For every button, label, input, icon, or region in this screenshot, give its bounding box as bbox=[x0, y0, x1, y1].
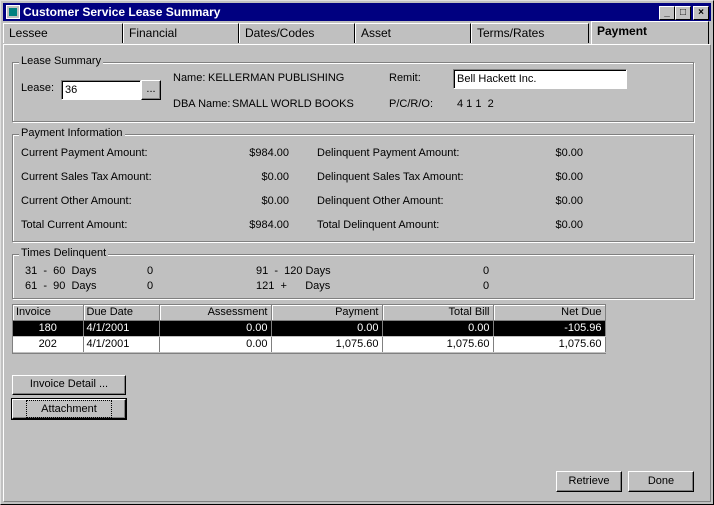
invoice-net-due: 1,075.60 bbox=[493, 336, 606, 353]
delinquent-61-90-label: 61 - 90 Days bbox=[25, 280, 97, 292]
times-delinquent-title: Times Delinquent bbox=[19, 247, 109, 259]
col-assessment-header[interactable]: Assessment bbox=[159, 305, 272, 321]
col-net-due-header[interactable]: Net Due bbox=[493, 305, 606, 321]
delinquent-other-value: $0.00 bbox=[555, 195, 583, 207]
delinquent-sales-tax-label: Delinquent Sales Tax Amount: bbox=[317, 171, 464, 183]
minimize-button[interactable]: _ bbox=[659, 6, 675, 20]
invoice-payment: 1,075.60 bbox=[271, 336, 383, 353]
delinquent-31-60-value: 0 bbox=[147, 265, 154, 277]
col-due-date-header[interactable]: Due Date bbox=[83, 305, 160, 321]
maximize-button[interactable]: □ bbox=[675, 6, 691, 20]
invoice-payment: 0.00 bbox=[271, 320, 383, 337]
current-other-value: $0.00 bbox=[261, 195, 289, 207]
delinquent-121-plus-label: 121 + Days bbox=[256, 280, 331, 292]
invoice-total-bill: 0.00 bbox=[382, 320, 494, 337]
delinquent-sales-tax-value: $0.00 bbox=[555, 171, 583, 183]
times-delinquent-group: Times Delinquent 31 - 60 Days 0 61 - 90 … bbox=[12, 247, 694, 299]
remit-label: Remit: bbox=[389, 72, 421, 84]
invoice-grid[interactable]: Invoice Due Date Assessment Payment Tota… bbox=[12, 304, 606, 354]
invoice-assessment: 0.00 bbox=[159, 336, 272, 353]
dba-value: SMALL WORLD BOOKS bbox=[232, 98, 354, 110]
retrieve-button[interactable]: Retrieve bbox=[556, 471, 622, 492]
title-bar[interactable]: Customer Service Lease Summary _ □ × bbox=[3, 3, 711, 21]
invoice-total-bill: 1,075.60 bbox=[382, 336, 494, 353]
invoice-net-due: -105.96 bbox=[493, 320, 606, 337]
invoice-assessment: 0.00 bbox=[159, 320, 272, 337]
pcro-label: P/C/R/O: bbox=[389, 98, 434, 110]
current-sales-tax-label: Current Sales Tax Amount: bbox=[21, 171, 152, 183]
pcro-value: 4 1 1 2 bbox=[457, 98, 494, 110]
invoice-row[interactable]: 180 4/1/2001 0.00 0.00 0.00 -105.96 bbox=[13, 320, 606, 337]
invoice-number: 202 bbox=[13, 336, 84, 353]
lease-input[interactable]: 36 bbox=[61, 80, 141, 100]
close-button[interactable]: × bbox=[693, 6, 709, 20]
lease-browse-button[interactable]: ... bbox=[141, 80, 161, 100]
delinquent-31-60-label: 31 - 60 Days bbox=[25, 265, 97, 277]
done-button[interactable]: Done bbox=[628, 471, 694, 492]
name-label: Name: bbox=[173, 72, 206, 84]
invoice-header-row: Invoice Due Date Assessment Payment Tota… bbox=[13, 305, 606, 321]
dba-label: DBA Name: bbox=[173, 98, 231, 110]
delinquent-91-120-value: 0 bbox=[483, 265, 490, 277]
attachment-button[interactable]: Attachment bbox=[11, 398, 127, 420]
tab-asset[interactable]: Asset bbox=[355, 23, 471, 43]
payment-information-title: Payment Information bbox=[19, 127, 125, 139]
col-payment-header[interactable]: Payment bbox=[271, 305, 383, 321]
app-icon[interactable] bbox=[6, 5, 20, 19]
invoice-number: 180 bbox=[13, 320, 84, 337]
delinquent-payment-label: Delinquent Payment Amount: bbox=[317, 147, 460, 159]
delinquent-91-120-label: 91 - 120 Days bbox=[256, 265, 331, 277]
total-delinquent-label: Total Delinquent Amount: bbox=[317, 219, 440, 231]
current-payment-label: Current Payment Amount: bbox=[21, 147, 148, 159]
tab-financial[interactable]: Financial bbox=[123, 23, 239, 43]
invoice-table: Invoice Due Date Assessment Payment Tota… bbox=[13, 305, 606, 353]
remit-input[interactable]: Bell Hackett Inc. bbox=[453, 69, 627, 89]
invoice-row[interactable]: 202 4/1/2001 0.00 1,075.60 1,075.60 1,07… bbox=[13, 336, 606, 353]
delinquent-121-plus-value: 0 bbox=[483, 280, 490, 292]
window-title: Customer Service Lease Summary bbox=[23, 5, 221, 19]
col-invoice-header[interactable]: Invoice bbox=[13, 305, 84, 321]
lease-summary-window: Customer Service Lease Summary _ □ × Les… bbox=[0, 0, 714, 505]
invoice-due-date: 4/1/2001 bbox=[83, 336, 160, 353]
tab-terms-rates[interactable]: Terms/Rates bbox=[471, 23, 589, 43]
delinquent-payment-value: $0.00 bbox=[555, 147, 583, 159]
attachment-button-label: Attachment bbox=[26, 400, 112, 418]
delinquent-61-90-value: 0 bbox=[147, 280, 154, 292]
current-other-label: Current Other Amount: bbox=[21, 195, 132, 207]
lease-summary-group: Lease Summary Lease: 36 ... Name: KELLER… bbox=[12, 55, 694, 122]
tab-strip: Lessee Financial Dates/Codes Asset Terms… bbox=[3, 21, 711, 44]
lease-label: Lease: bbox=[21, 82, 55, 94]
delinquent-other-label: Delinquent Other Amount: bbox=[317, 195, 444, 207]
invoice-detail-button[interactable]: Invoice Detail ... bbox=[12, 375, 126, 395]
total-current-label: Total Current Amount: bbox=[21, 219, 128, 231]
payment-information-group: Payment Information Current Payment Amou… bbox=[12, 127, 694, 242]
col-total-bill-header[interactable]: Total Bill bbox=[382, 305, 494, 321]
lease-summary-title: Lease Summary bbox=[19, 55, 104, 67]
invoice-due-date: 4/1/2001 bbox=[83, 320, 160, 337]
tab-dates-codes[interactable]: Dates/Codes bbox=[239, 23, 355, 43]
tab-lessee[interactable]: Lessee bbox=[3, 23, 123, 43]
payment-panel: Lease Summary Lease: 36 ... Name: KELLER… bbox=[3, 44, 711, 502]
current-sales-tax-value: $0.00 bbox=[261, 171, 289, 183]
total-delinquent-value: $0.00 bbox=[555, 219, 583, 231]
total-current-value: $984.00 bbox=[249, 219, 289, 231]
tab-payment[interactable]: Payment bbox=[591, 21, 709, 44]
current-payment-value: $984.00 bbox=[249, 147, 289, 159]
name-value: KELLERMAN PUBLISHING bbox=[208, 72, 345, 84]
